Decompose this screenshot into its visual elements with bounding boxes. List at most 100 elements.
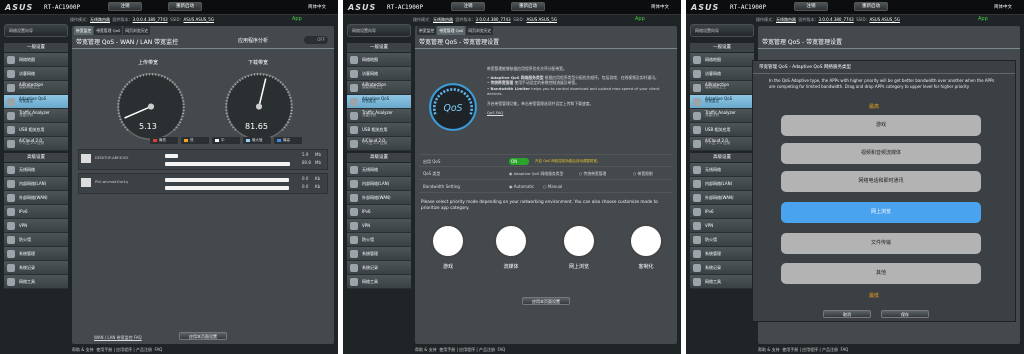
bw-automatic-radio[interactable]: ◉ Automatic [509,180,534,193]
ssid-link[interactable]: ASUS ASUS_5G [527,17,557,22]
fw-link[interactable]: 3.0.0.4.380_7743 [819,17,854,22]
bw-manual-radio[interactable]: ○ Manual [543,180,562,193]
menu-traffic-analyzer[interactable]: Traffic Analyzer 流量分析 [690,109,754,123]
menu-network-map[interactable]: 网络地图 [690,53,754,67]
menu-guest-network[interactable]: 访客网络 [4,67,68,81]
app-link[interactable]: App [635,15,645,24]
menu-admin[interactable]: 系统管理 [347,247,411,261]
app-analysis-toggle[interactable]: OFF [304,36,328,44]
language-select[interactable]: 简体中文 [651,4,669,10]
menu-ipv6[interactable]: IPv6 [690,205,754,219]
menu-syslog[interactable]: 系统记录 [690,261,754,275]
save-button[interactable]: 保存 [881,310,929,318]
menu-aicloud[interactable]: AiCloud 2.0 个人云 2.0 应用 [690,137,754,151]
enable-qos-toggle[interactable]: ON [509,158,529,165]
web-surfing-icon[interactable] [562,224,596,258]
menu-aiprotection[interactable]: AiProtection 智能网络卫士 [347,81,411,95]
op-mode-link[interactable]: 无线路由器 [776,17,796,22]
menu-network-map[interactable]: 网络地图 [347,53,411,67]
footer-links[interactable]: 使用手册 | 应用程序 | 产品注册 [439,347,495,352]
cancel-button[interactable]: 取消 [823,310,871,318]
footer-links[interactable]: 使用手册 | 应用程序 | 产品注册 [782,347,838,352]
menu-wireless[interactable]: 无线网络 [4,163,68,177]
language-select[interactable]: 简体中文 [994,4,1012,10]
menu-wan[interactable]: 外部网络(WAN) [347,191,411,205]
priority-item-others[interactable]: 其他 [781,263,981,284]
priority-item-file-transfer[interactable]: 文件传输 [781,233,981,254]
tab-qos[interactable]: 带宽管理 QoS [94,26,123,35]
menu-lan[interactable]: 内部网络(LAN) [4,177,68,191]
tab-web-history[interactable]: 网页浏览历史 [123,26,151,35]
priority-item-gaming[interactable]: 游戏 [781,115,981,136]
app-link[interactable]: App [292,15,302,24]
priority-item-web-surfing[interactable]: 网上浏览 [781,202,981,223]
menu-vpn[interactable]: VPN [690,219,754,233]
menu-traffic-analyzer[interactable]: Traffic Analyzer 流量分析 [347,109,411,123]
gamepad-icon[interactable] [431,224,465,258]
menu-tools[interactable]: 网络工具 [347,275,411,289]
logout-button[interactable]: 注销 [794,2,828,11]
language-select[interactable]: 简体中文 [308,4,326,10]
tab-bandwidth-monitor[interactable]: 带宽监控 [74,26,94,35]
menu-usb[interactable]: USB 相关应用 [347,123,411,137]
menu-aicloud[interactable]: AiCloud 2.0 个人云 2.0 应用 [4,137,68,151]
faq-link[interactable]: WAN / LAN 带宽监控 FAQ [94,335,142,341]
ssid-link[interactable]: ASUS ASUS_5G [870,17,900,22]
menu-tools[interactable]: 网络工具 [690,275,754,289]
menu-admin[interactable]: 系统管理 [690,247,754,261]
menu-firewall[interactable]: 防火墙 [347,233,411,247]
menu-wan[interactable]: 外部网络(WAN) [690,191,754,205]
menu-lan[interactable]: 内部网络(LAN) [690,177,754,191]
menu-adaptive-qos[interactable]: Adaptive QoS 带宽监控 [347,95,411,109]
menu-wireless[interactable]: 无线网络 [690,163,754,177]
fw-link[interactable]: 3.0.0.4.380_7743 [476,17,511,22]
reboot-button[interactable]: 重新启动 [854,2,888,11]
menu-adaptive-qos[interactable]: Adaptive QoS 带宽监控 [4,95,68,109]
priority-item-voip[interactable]: 网络电话和即时通讯 [781,171,981,192]
logout-button[interactable]: 注销 [451,2,485,11]
menu-syslog[interactable]: 系统记录 [347,261,411,275]
media-streaming-icon[interactable] [494,224,528,258]
reboot-button[interactable]: 重新启动 [168,2,202,11]
app-link[interactable]: App [978,15,988,24]
tab-bandwidth-monitor[interactable]: 带宽监控 [417,26,437,35]
fw-link[interactable]: 3.0.0.4.380_7743 [133,17,168,22]
footer-links[interactable]: 使用手册 | 应用程序 | 产品注册 [96,347,152,352]
qos-type-traditional[interactable]: ○ 传统带宽管理 [579,167,606,180]
menu-usb[interactable]: USB 相关应用 [4,123,68,137]
qos-type-adaptive[interactable]: ◉ Adaptive QoS 网络服务类型 [509,167,563,180]
menu-guest-network[interactable]: 访客网络 [690,67,754,81]
menu-firewall[interactable]: 防火墙 [4,233,68,247]
reboot-button[interactable]: 重新启动 [511,2,545,11]
tab-qos[interactable]: 带宽管理 QoS [437,26,466,35]
menu-lan[interactable]: 内部网络(LAN) [347,177,411,191]
ssid-link[interactable]: ASUS ASUS_5G [184,17,214,22]
menu-aiprotection[interactable]: AiProtection 智能网络卫士 [690,81,754,95]
menu-traffic-analyzer[interactable]: Traffic Analyzer 流量分析 [4,109,68,123]
menu-aiprotection[interactable]: AiProtection 智能网络卫士 [4,81,68,95]
menu-syslog[interactable]: 系统记录 [4,261,68,275]
apply-button[interactable]: 应用本页面设置 [179,332,227,340]
qos-type-limiter[interactable]: ○ 带宽限制 [633,167,653,180]
priority-item-streaming[interactable]: 视频和音频流媒体 [781,143,981,164]
wizard-button[interactable]: 网络设置向导 [690,24,754,37]
menu-ipv6[interactable]: IPv6 [4,205,68,219]
customize-icon[interactable] [629,224,663,258]
menu-vpn[interactable]: VPN [347,219,411,233]
wizard-button[interactable]: 网络设置向导 [347,24,411,37]
menu-admin[interactable]: 系统管理 [4,247,68,261]
menu-guest-network[interactable]: 访客网络 [347,67,411,81]
wizard-button[interactable]: 网络设置向导 [4,24,68,37]
op-mode-link[interactable]: 无线路由器 [90,17,110,22]
menu-vpn[interactable]: VPN [4,219,68,233]
menu-usb[interactable]: USB 相关应用 [690,123,754,137]
logout-button[interactable]: 注销 [108,2,142,11]
menu-firewall[interactable]: 防火墙 [690,233,754,247]
menu-adaptive-qos[interactable]: Adaptive QoS 带宽监控 [690,95,754,109]
menu-aicloud[interactable]: AiCloud 2.0 个人云 2.0 应用 [347,137,411,151]
tab-web-history[interactable]: 网页浏览历史 [466,26,494,35]
menu-wireless[interactable]: 无线网络 [347,163,411,177]
apply-button[interactable]: 应用本页面设置 [522,297,570,305]
menu-ipv6[interactable]: IPv6 [347,205,411,219]
op-mode-link[interactable]: 无线路由器 [433,17,453,22]
